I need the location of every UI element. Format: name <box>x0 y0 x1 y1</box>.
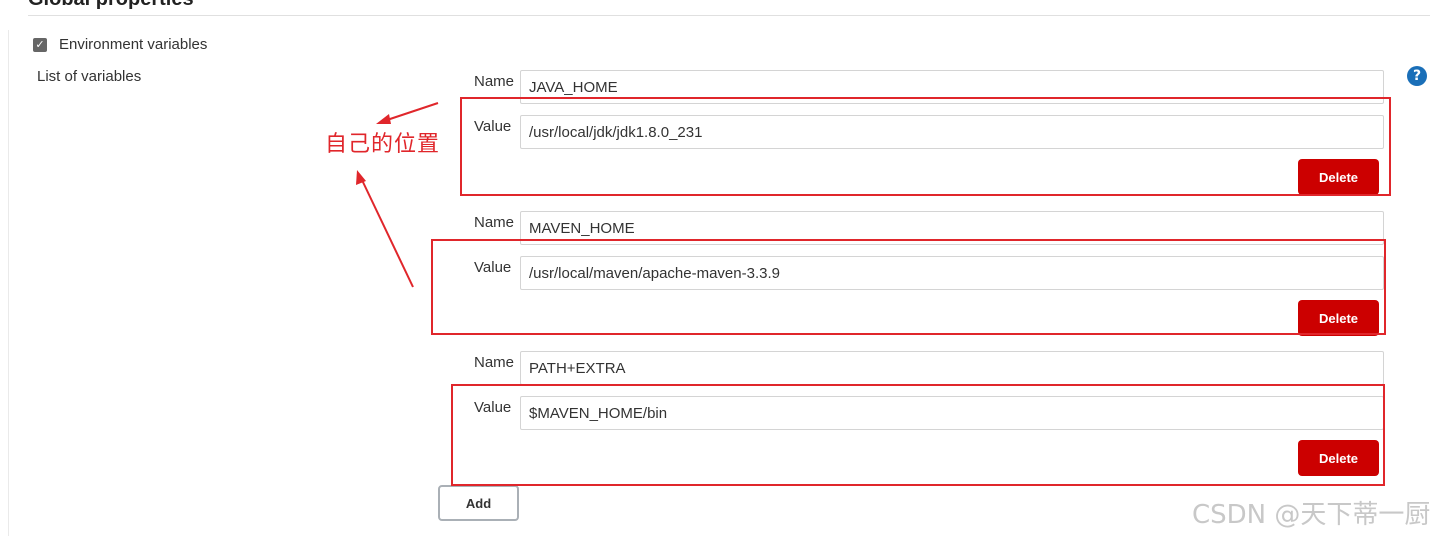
watermark: CSDN @天下蒂一厨 <box>1192 500 1431 530</box>
arrow-head-lower <box>356 170 366 185</box>
arrow-line-upper <box>383 102 439 122</box>
arrow-line-lower <box>361 179 414 288</box>
arrow-head-upper <box>376 114 391 124</box>
annotation-arrows <box>356 102 439 288</box>
